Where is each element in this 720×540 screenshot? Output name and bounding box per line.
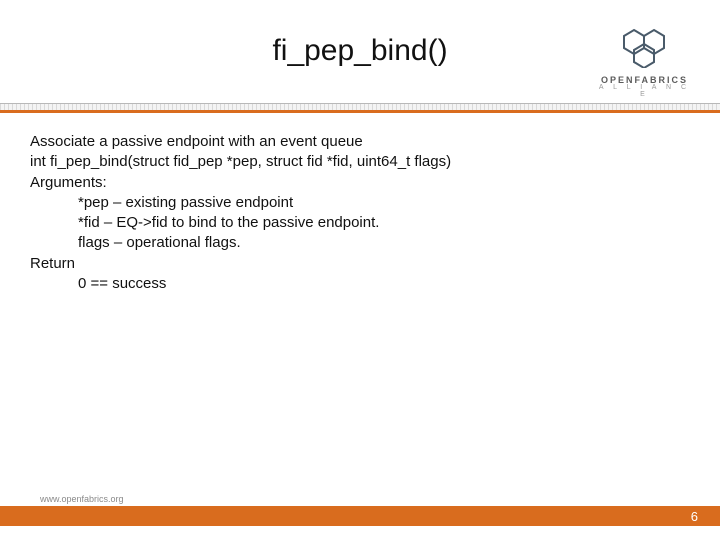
argument-item: *pep – existing passive endpoint <box>30 193 690 213</box>
argument-item: *fid – EQ->fid to bind to the passive en… <box>30 213 690 233</box>
footer-bar <box>0 506 720 526</box>
return-value: 0 == success <box>30 274 690 294</box>
return-heading: Return <box>30 254 690 274</box>
arguments-heading: Arguments: <box>30 173 690 193</box>
header-divider <box>0 103 720 113</box>
slide-body: Associate a passive endpoint with an eve… <box>30 132 690 294</box>
brand-subtitle: A L L I A N C E <box>597 84 692 98</box>
description-text: Associate a passive endpoint with an eve… <box>30 132 690 152</box>
argument-item: flags – operational flags. <box>30 233 690 253</box>
page-number: 6 <box>691 509 698 524</box>
footer-url: www.openfabrics.org <box>40 494 124 504</box>
brand-logo: OPENFABRICS A L L I A N C E <box>597 28 692 98</box>
function-signature: int fi_pep_bind(struct fid_pep *pep, str… <box>30 152 690 172</box>
slide: fi_pep_bind() OPENFABRICS A L L I A N C … <box>0 0 720 540</box>
hexagon-logo-icon <box>616 28 674 68</box>
